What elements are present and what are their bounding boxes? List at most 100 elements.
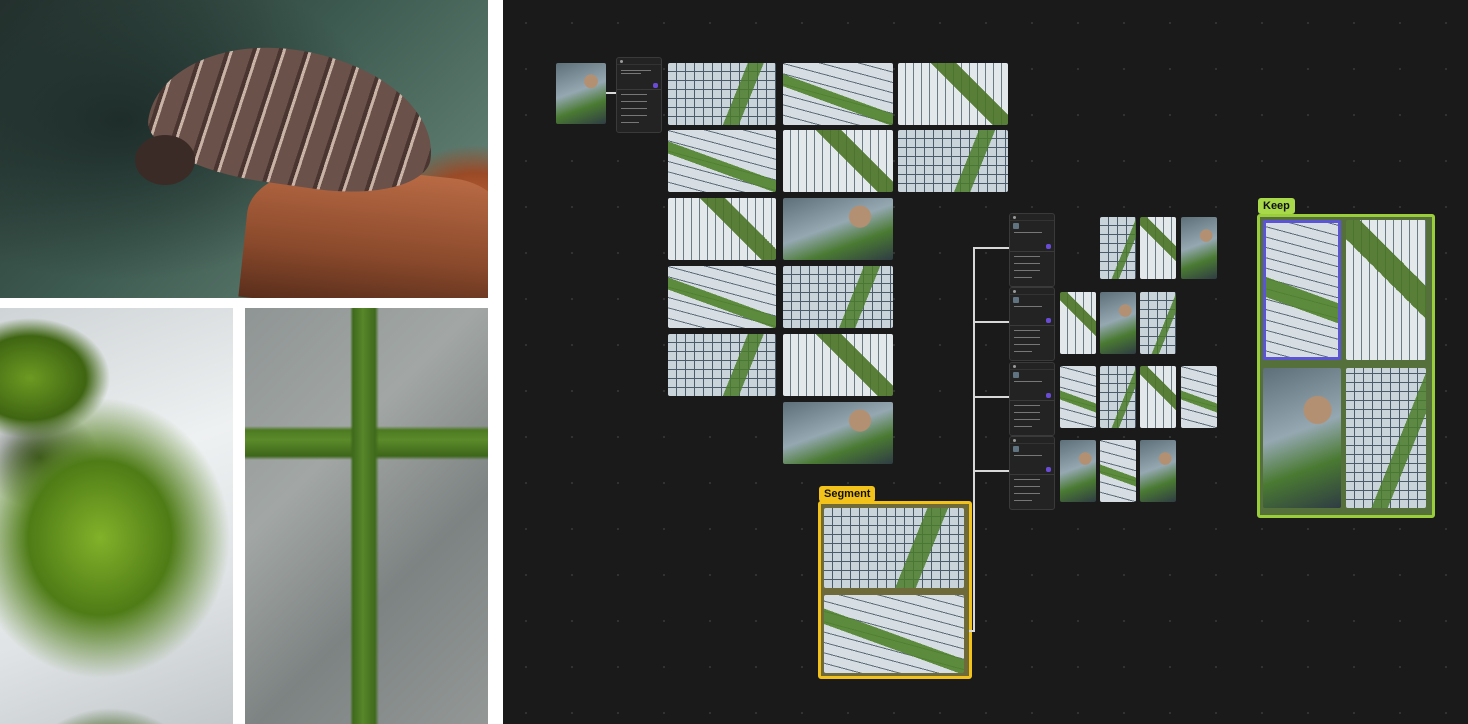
input-thumbnail — [1013, 297, 1019, 303]
connector — [973, 396, 1009, 398]
modify-node[interactable] — [616, 57, 662, 133]
modify-node[interactable] — [1009, 362, 1055, 436]
generated-image[interactable] — [1140, 292, 1176, 354]
prompt-text — [621, 70, 651, 71]
generated-image[interactable] — [1100, 366, 1136, 428]
magic-wand-icon — [1013, 438, 1016, 442]
modify-node[interactable] — [1009, 287, 1055, 361]
group-label-segment[interactable]: Segment — [819, 486, 876, 502]
generated-image[interactable] — [783, 198, 893, 260]
source-image[interactable] — [556, 63, 606, 124]
generated-image[interactable] — [668, 198, 776, 260]
generated-image[interactable] — [1060, 292, 1096, 354]
setting-row — [1014, 344, 1040, 345]
setting-row — [1014, 330, 1040, 331]
setting-row — [1014, 263, 1040, 264]
modify-node[interactable] — [1009, 213, 1055, 287]
group-segment[interactable] — [818, 501, 972, 679]
generated-image[interactable] — [898, 63, 1008, 125]
generated-image[interactable] — [1263, 368, 1341, 508]
setting-row — [1014, 405, 1040, 406]
connector — [973, 470, 1009, 472]
input-thumbnail — [1013, 446, 1019, 452]
setting-row — [621, 115, 647, 116]
isopod-head — [135, 135, 195, 185]
generated-image[interactable] — [1060, 366, 1096, 428]
generated-image[interactable] — [1346, 220, 1426, 360]
selection-outline — [1263, 220, 1341, 360]
setting-row — [1014, 412, 1040, 413]
setting-row — [1014, 277, 1032, 278]
generated-image[interactable] — [1140, 366, 1176, 428]
setting-row — [1014, 337, 1040, 338]
generated-image[interactable] — [783, 130, 893, 192]
workflow-canvas[interactable]: Segment Keep — [503, 0, 1468, 724]
connector — [973, 321, 1009, 323]
generated-image[interactable] — [668, 266, 776, 328]
generated-image[interactable] — [1181, 366, 1217, 428]
reference-image-moss-stones — [245, 308, 488, 724]
magic-wand-icon — [620, 59, 623, 63]
prompt-text — [621, 73, 641, 74]
generated-image[interactable] — [1140, 217, 1176, 279]
arrow-up-icon[interactable] — [1046, 467, 1051, 472]
input-thumbnail — [1013, 223, 1019, 229]
setting-row — [621, 101, 647, 102]
modify-node[interactable] — [1009, 436, 1055, 510]
magic-wand-icon — [1013, 364, 1016, 368]
modify-node-header — [617, 58, 661, 65]
generated-image[interactable] — [783, 402, 893, 464]
modify-node-header — [1010, 214, 1054, 221]
setting-row — [1014, 419, 1040, 420]
input-thumbnail — [1013, 372, 1019, 378]
prompt-text — [1014, 232, 1042, 233]
connector — [973, 247, 975, 632]
modify-node-header — [1010, 288, 1054, 295]
setting-row — [621, 94, 647, 95]
group-keep[interactable] — [1257, 214, 1435, 518]
generated-image[interactable] — [783, 266, 893, 328]
divider — [617, 89, 661, 90]
setting-row — [1014, 500, 1032, 501]
arrow-up-icon[interactable] — [1046, 318, 1051, 323]
generated-image[interactable] — [1100, 292, 1136, 354]
group-label-keep[interactable]: Keep — [1258, 198, 1295, 214]
generated-image[interactable] — [1100, 440, 1136, 502]
reference-image-isopod — [0, 0, 488, 298]
modify-node-header — [1010, 437, 1054, 444]
generated-image[interactable] — [783, 334, 893, 396]
setting-row — [621, 108, 647, 109]
setting-row — [1014, 479, 1040, 480]
connector — [973, 247, 1009, 249]
setting-row — [621, 122, 639, 123]
prompt-text — [1014, 455, 1042, 456]
generated-image[interactable] — [668, 130, 776, 192]
arrow-up-icon[interactable] — [1046, 244, 1051, 249]
generated-image[interactable] — [668, 63, 776, 125]
setting-row — [1014, 426, 1032, 427]
generated-image[interactable] — [1100, 217, 1136, 279]
setting-row — [1014, 270, 1040, 271]
divider — [1010, 325, 1054, 326]
arrow-up-icon[interactable] — [653, 83, 658, 88]
setting-row — [1014, 493, 1040, 494]
magic-wand-icon — [1013, 215, 1016, 219]
generated-image[interactable] — [1346, 368, 1426, 508]
isopod-body — [141, 30, 444, 205]
magic-wand-icon — [1013, 289, 1016, 293]
divider — [1010, 400, 1054, 401]
generated-image[interactable] — [1181, 217, 1217, 279]
generated-image[interactable] — [824, 508, 964, 588]
setting-row — [1014, 256, 1040, 257]
arrow-up-icon[interactable] — [1046, 393, 1051, 398]
reference-image-moss-snow — [0, 308, 233, 724]
generated-image[interactable] — [898, 130, 1008, 192]
generated-image[interactable] — [783, 63, 893, 125]
setting-row — [1014, 486, 1040, 487]
generated-image[interactable] — [1140, 440, 1176, 502]
generated-image[interactable] — [668, 334, 776, 396]
generated-image[interactable] — [824, 595, 964, 673]
prompt-text — [1014, 306, 1042, 307]
modify-node-header — [1010, 363, 1054, 370]
generated-image[interactable] — [1060, 440, 1096, 502]
